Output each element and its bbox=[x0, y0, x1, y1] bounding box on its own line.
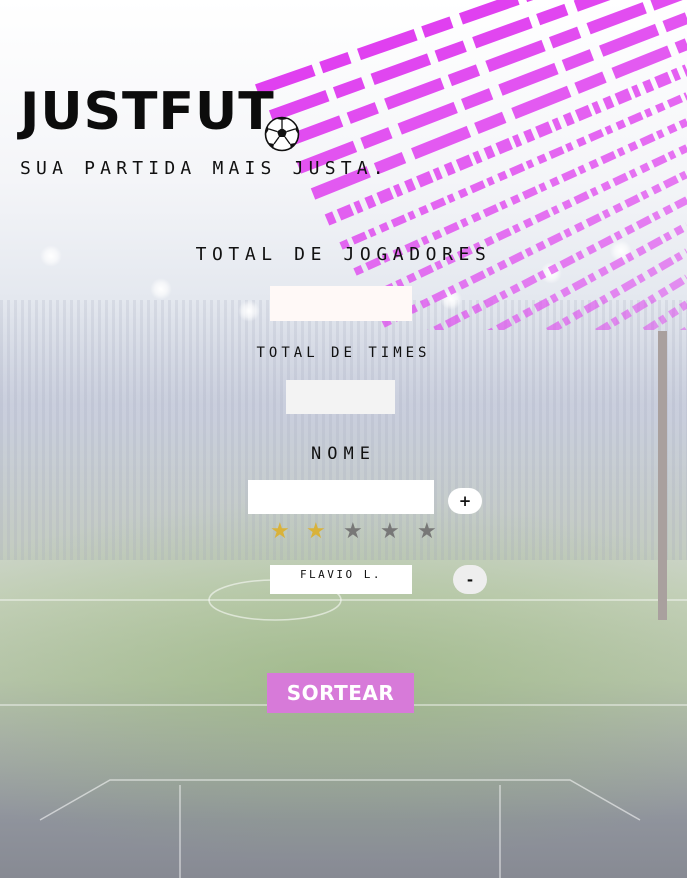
stripe bbox=[593, 274, 687, 330]
star-icon[interactable]: ★ bbox=[417, 518, 437, 546]
total-players-input[interactable] bbox=[270, 286, 412, 321]
floodlight bbox=[150, 278, 172, 300]
total-teams-label: TOTAL DE TIMES bbox=[256, 345, 431, 361]
soccer-ball-icon bbox=[264, 116, 300, 152]
total-teams-input[interactable] bbox=[286, 380, 395, 414]
star-icon[interactable]: ★ bbox=[270, 518, 290, 546]
star-icon[interactable]: ★ bbox=[343, 518, 363, 546]
player-entry: FLAVIO L. bbox=[270, 565, 412, 594]
star-icon[interactable]: ★ bbox=[380, 518, 400, 546]
stripe bbox=[639, 300, 687, 330]
name-label: NOME bbox=[311, 444, 376, 464]
star-icon[interactable]: ★ bbox=[306, 518, 326, 546]
total-players-label: TOTAL DE JOGADORES bbox=[195, 244, 492, 265]
remove-player-button[interactable]: - bbox=[453, 565, 487, 594]
add-player-button[interactable]: + bbox=[448, 488, 482, 514]
name-input[interactable] bbox=[248, 480, 434, 514]
draw-teams-button[interactable]: SORTEAR bbox=[267, 673, 414, 713]
scrollbar[interactable] bbox=[658, 331, 667, 620]
app-logo: JUSTFUT bbox=[20, 82, 275, 142]
tagline: SUA PARTIDA MAIS JUSTA. bbox=[20, 158, 389, 179]
pitch-markings bbox=[0, 579, 687, 878]
